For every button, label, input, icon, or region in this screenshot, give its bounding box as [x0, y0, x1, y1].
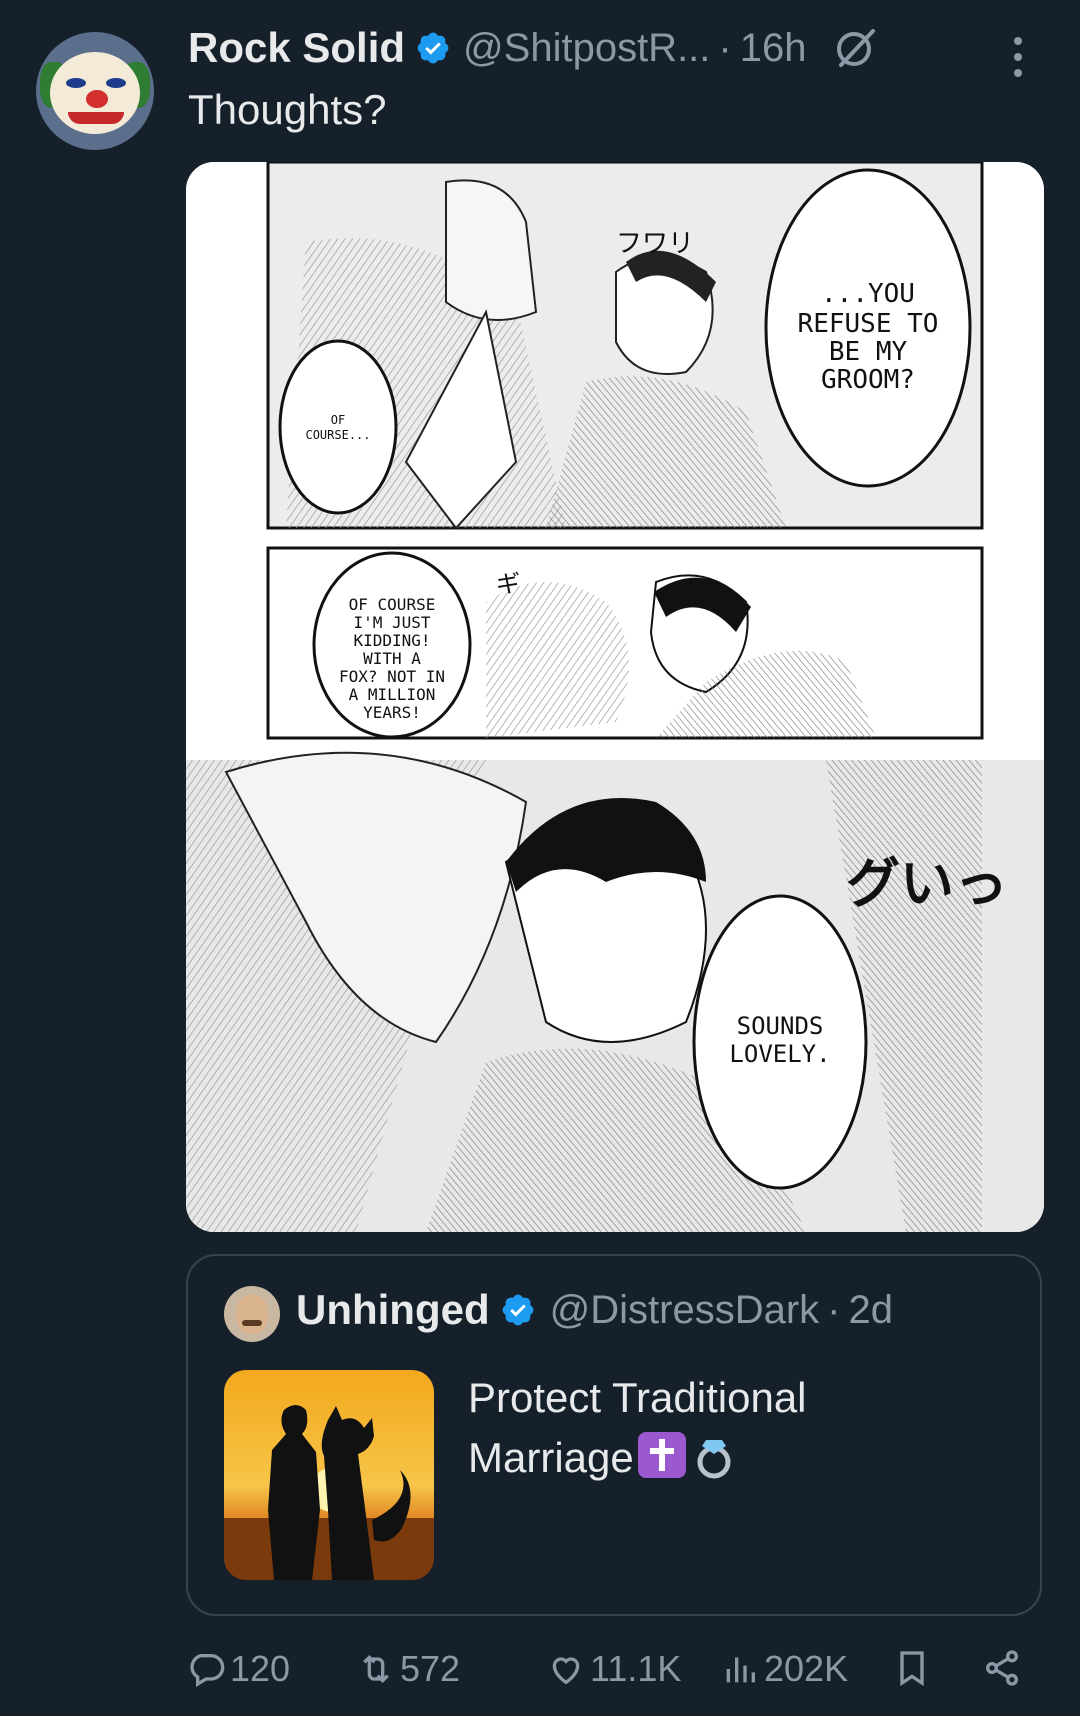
retweet-button[interactable]: 572 [356, 1648, 460, 1690]
share-icon [986, 1650, 1018, 1686]
bookmark-icon [900, 1651, 924, 1687]
quoted-text-line-2: Marriage [468, 1428, 988, 1488]
views-count: 202K [764, 1648, 849, 1689]
share-button[interactable] [982, 1648, 1022, 1688]
like-count: 11.1K [590, 1648, 682, 1689]
separator-dot: · [827, 1287, 841, 1332]
views-button[interactable]: 202K [720, 1648, 848, 1690]
avatar-mouth [68, 112, 124, 124]
quoted-header: Unhinged @DistressDark · 2d [296, 1286, 893, 1334]
cross-emoji [637, 1432, 686, 1478]
more-icon[interactable] [1010, 34, 1026, 80]
svg-text:COURSE...: COURSE... [305, 428, 370, 442]
author-avatar[interactable] [36, 32, 154, 150]
svg-text:...YOU: ...YOU [821, 279, 915, 309]
author-handle[interactable]: @ShitpostR... [463, 26, 710, 71]
svg-text:KIDDING!: KIDDING! [353, 631, 430, 650]
sunset-silhouette-image [224, 1370, 434, 1580]
quoted-author-avatar[interactable] [224, 1286, 280, 1342]
like-button[interactable]: 11.1K [546, 1648, 681, 1690]
manga-image: ...YOU REFUSE TO BE MY GROOM? OF COURSE.… [186, 162, 1044, 1232]
reply-count: 120 [230, 1648, 291, 1689]
views-icon [726, 1657, 755, 1683]
ring-emoji [692, 1430, 736, 1480]
svg-text:ギ: ギ [496, 570, 520, 598]
svg-text:グいっ: グいっ [846, 852, 1008, 915]
quoted-tweet-text: Protect Traditional Marriage [468, 1368, 988, 1488]
svg-text:FOX? NOT IN: FOX? NOT IN [339, 667, 445, 686]
svg-text:BE MY: BE MY [829, 337, 908, 367]
tweet-actions: 120 572 11.1K 202K [186, 1648, 1044, 1698]
tweet-header: Rock Solid @ShitpostR... · 16h [188, 24, 879, 72]
quoted-time[interactable]: 2d [848, 1288, 893, 1333]
quoted-author-handle[interactable]: @DistressDark [550, 1288, 820, 1333]
quoted-media-thumbnail[interactable] [224, 1370, 434, 1580]
quoted-author-name[interactable]: Unhinged [296, 1286, 490, 1334]
author-name[interactable]: Rock Solid [188, 24, 405, 72]
verified-icon[interactable] [415, 30, 451, 66]
svg-text:WITH A: WITH A [363, 649, 421, 668]
svg-text:REFUSE TO: REFUSE TO [798, 309, 939, 339]
quoted-tweet[interactable]: Unhinged @DistressDark · 2d Protect Trad… [186, 1254, 1042, 1616]
like-icon [552, 1657, 580, 1685]
reply-button[interactable]: 120 [186, 1648, 290, 1690]
quoted-text-marriage: Marriage [468, 1434, 634, 1481]
avatar-eye-left [66, 78, 86, 88]
svg-text:OF: OF [331, 413, 345, 427]
svg-text:YEARS!: YEARS! [363, 703, 421, 722]
verified-icon[interactable] [500, 1292, 536, 1328]
tweet-time[interactable]: 16h [740, 26, 807, 71]
avatar-eye-right [106, 78, 126, 88]
grok-icon[interactable] [833, 25, 879, 71]
separator-dot: · [718, 25, 732, 70]
bubble-of-course [278, 339, 398, 515]
retweet-icon [363, 1654, 389, 1684]
svg-text:フワリ: フワリ [616, 229, 694, 259]
quoted-text-line-1: Protect Traditional [468, 1374, 807, 1421]
svg-text:LOVELY.: LOVELY. [729, 1040, 830, 1068]
bookmark-button[interactable] [892, 1648, 932, 1688]
svg-text:I'M JUST: I'M JUST [353, 613, 430, 632]
reply-icon [190, 1654, 225, 1687]
svg-text:GROOM?: GROOM? [821, 365, 915, 395]
svg-text:OF COURSE: OF COURSE [349, 595, 436, 614]
tweet-text: Thoughts? [188, 86, 387, 133]
avatar-nose [86, 90, 108, 108]
retweet-count: 572 [400, 1648, 461, 1689]
tweet-media-manga[interactable]: ...YOU REFUSE TO BE MY GROOM? OF COURSE.… [186, 162, 1044, 1232]
svg-text:A MILLION: A MILLION [349, 685, 436, 704]
svg-text:SOUNDS: SOUNDS [737, 1012, 824, 1040]
